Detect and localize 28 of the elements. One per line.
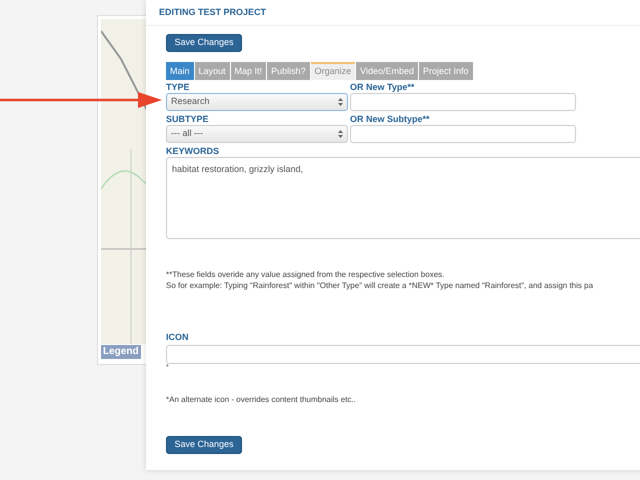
tab[interactable]: Organize bbox=[310, 62, 356, 80]
legend-button[interactable]: Legend bbox=[101, 345, 141, 359]
select-dropdown[interactable]: Research bbox=[166, 92, 348, 110]
keywords-textarea[interactable]: habitat restoration, grizzly island, bbox=[166, 156, 640, 238]
field-label: KEYWORDS bbox=[166, 144, 220, 156]
save-changes-button[interactable]: Save Changes bbox=[166, 436, 242, 454]
new-type-input[interactable] bbox=[350, 92, 576, 110]
dialog-title: EDITING TEST PROJECT bbox=[159, 6, 268, 19]
select-dropdown[interactable]: --- all --- bbox=[166, 124, 348, 142]
updown-icon bbox=[338, 98, 343, 106]
field-label: SUBTYPE bbox=[166, 112, 209, 124]
field-label: TYPE bbox=[166, 80, 191, 92]
new-subtype-input[interactable] bbox=[350, 124, 576, 142]
tab[interactable]: Layout bbox=[194, 62, 230, 80]
tab[interactable]: Publish? bbox=[267, 62, 310, 80]
icon-note: *An alternate icon - overrides content thumbnails etc.. bbox=[166, 394, 357, 406]
tab[interactable]: Project Info bbox=[419, 62, 473, 80]
field-label: ICON bbox=[166, 330, 188, 342]
field-label: OR New Type** bbox=[350, 80, 416, 92]
tab[interactable]: Main bbox=[166, 62, 194, 80]
updown-icon bbox=[338, 130, 343, 138]
icon-input[interactable] bbox=[166, 344, 640, 364]
footnote-text: **These fields overide any value assigned from the respective selection boxes. bbox=[166, 268, 446, 280]
tab[interactable]: Video/Embed bbox=[356, 62, 418, 80]
tab[interactable]: Map It! bbox=[230, 62, 266, 80]
footnote-text: So for example: Typing "Rainforest" within "Other Type" will create a *NEW* Type named "Rainforest", and assign this pa bbox=[166, 280, 594, 290]
field-label: OR New Subtype** bbox=[350, 112, 430, 124]
save-changes-button[interactable]: Save Changes bbox=[166, 34, 242, 52]
